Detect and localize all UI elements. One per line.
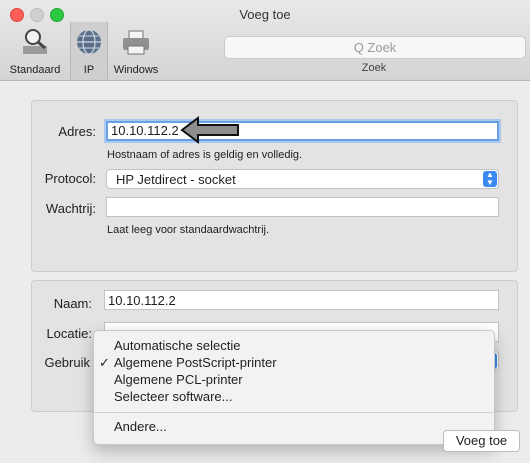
wachtrij-label: Wachtrij: <box>45 201 96 216</box>
globe-icon <box>77 29 101 55</box>
menu-item-label: Algemene PCL-printer <box>114 372 243 387</box>
menu-item-andere[interactable]: Andere... <box>114 418 167 435</box>
menu-item-label: Algemene PostScript-printer <box>114 355 277 370</box>
locatie-label: Locatie: <box>46 326 92 341</box>
menu-item-postscript-printer[interactable]: ✓ Algemene PostScript-printer <box>99 354 277 371</box>
printer-icon <box>123 30 149 55</box>
wachtrij-input[interactable] <box>106 197 499 217</box>
adres-label: Adres: <box>58 124 96 139</box>
naam-input[interactable]: 10.10.112.2 <box>104 290 499 310</box>
protocol-value: HP Jetdirect - socket <box>116 172 236 187</box>
menu-item-label: Selecteer software... <box>114 389 233 404</box>
menu-separator <box>94 412 494 413</box>
menu-item-pcl-printer[interactable]: Algemene PCL-printer <box>114 371 243 388</box>
toolbar-standaard-label: Standaard <box>9 64 61 76</box>
toolbar-ip[interactable]: IP <box>70 22 108 80</box>
protocol-label: Protocol: <box>44 171 96 186</box>
wachtrij-hint: Laat leeg voor standaardwachtrij. <box>107 224 270 236</box>
protocol-select[interactable]: HP Jetdirect - socket ▲ ▼ <box>106 169 499 189</box>
adres-input[interactable]: 10.10.112.2 <box>106 121 499 141</box>
gebruik-label: Gebruik <box>44 355 90 370</box>
toolbar-windows[interactable]: Windows <box>106 22 166 80</box>
search-label: Zoek <box>361 62 387 74</box>
window-title: Voeg toe <box>239 7 291 22</box>
magnifier-printer-icon <box>23 29 47 54</box>
gebruik-dropdown-menu: Automatische selectie ✓ Algemene PostScr… <box>93 330 495 445</box>
checkmark-icon: ✓ <box>99 355 110 370</box>
toolbar-windows-label: Windows <box>113 64 159 76</box>
select-stepper-icon: ▲ ▼ <box>483 171 497 187</box>
voeg-toe-button[interactable]: Voeg toe <box>443 430 520 452</box>
title-bar: Voeg toe Standaard IP Windows Q Zoek Zoe… <box>0 0 530 81</box>
search-field[interactable]: Q Zoek <box>224 36 526 59</box>
toolbar-standaard[interactable]: Standaard <box>0 22 70 80</box>
menu-item-label: Andere... <box>114 419 167 434</box>
toolbar-ip-label: IP <box>83 64 95 76</box>
naam-label: Naam: <box>53 296 92 311</box>
menu-item-automatische-selectie[interactable]: Automatische selectie <box>114 337 240 354</box>
menu-item-selecteer-software[interactable]: Selecteer software... <box>114 388 233 405</box>
arrow-pointer-icon <box>180 116 239 144</box>
adres-hint: Hostnaam of adres is geldig en volledig. <box>107 149 303 161</box>
menu-item-label: Automatische selectie <box>114 338 241 353</box>
